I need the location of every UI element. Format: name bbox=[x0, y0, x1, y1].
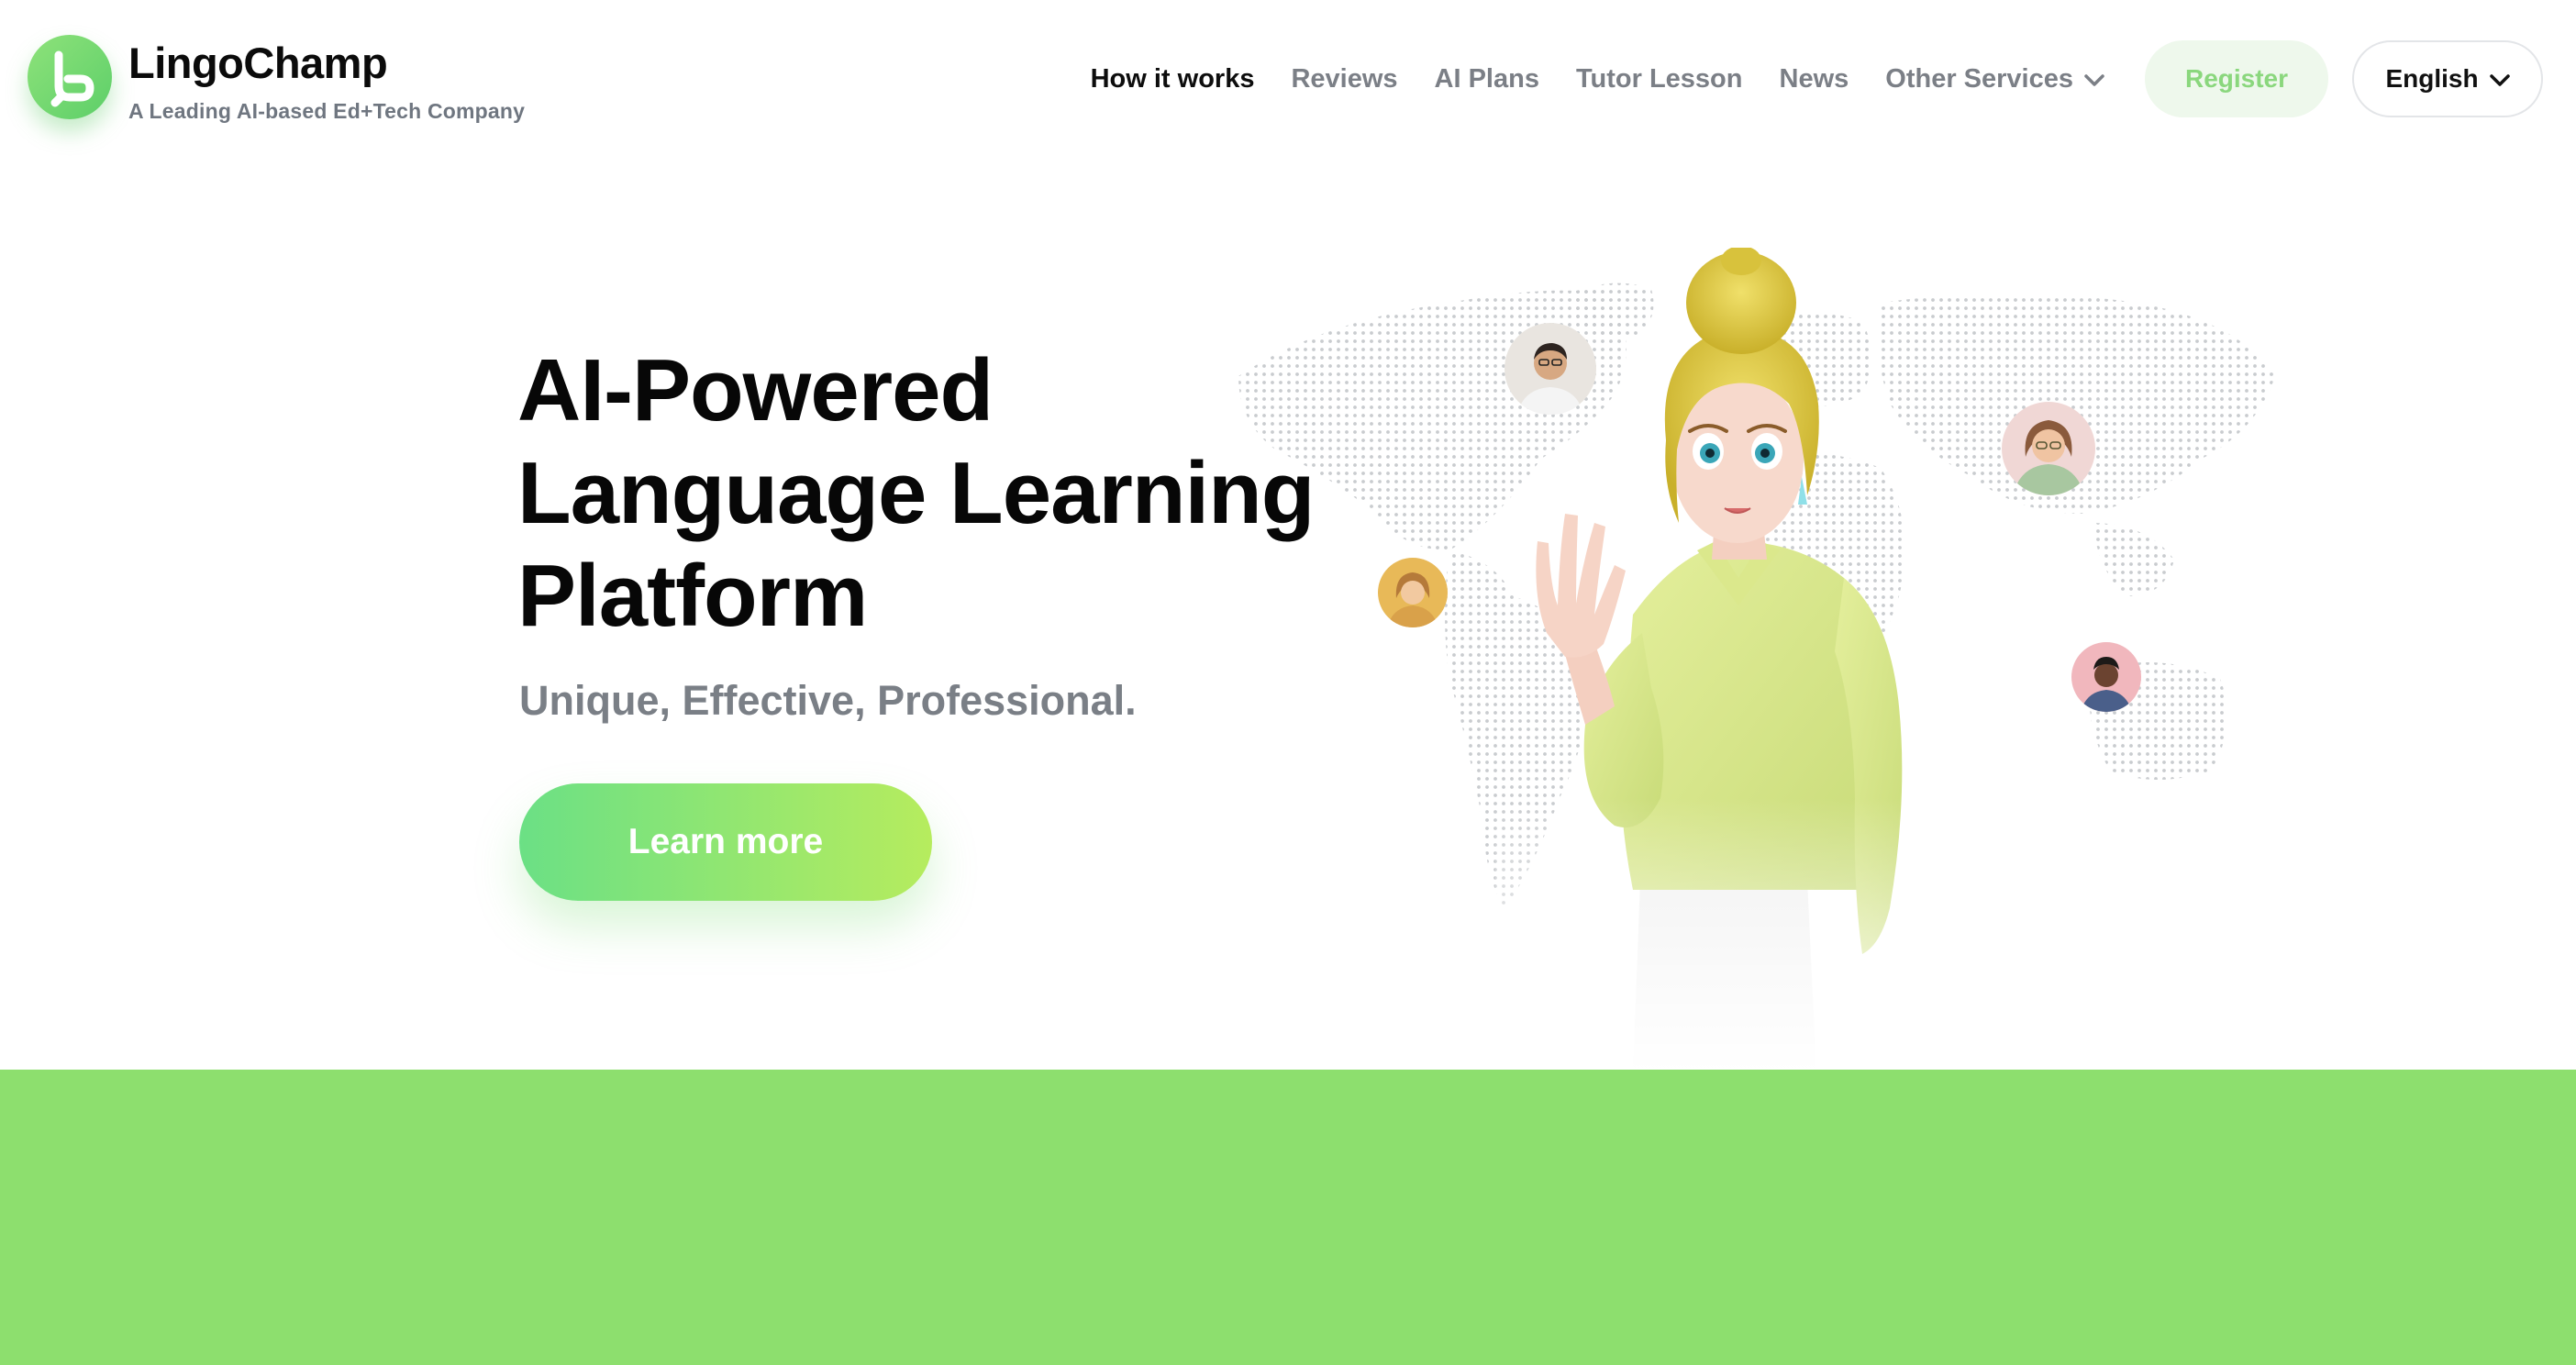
nav-how-it-works[interactable]: How it works bbox=[1091, 64, 1255, 94]
learn-more-button[interactable]: Learn more bbox=[519, 783, 932, 901]
nav-ai-plans[interactable]: AI Plans bbox=[1435, 64, 1539, 94]
brand-logo[interactable]: LingoChamp A Leading AI-based Ed+Tech Co… bbox=[28, 35, 525, 124]
hero-illustration bbox=[1220, 248, 2312, 1073]
language-selector[interactable]: English bbox=[2352, 40, 2543, 117]
nav-news[interactable]: News bbox=[1780, 64, 1849, 94]
lingochamp-logo-icon bbox=[28, 35, 112, 119]
brand-tagline: A Leading AI-based Ed+Tech Company bbox=[128, 99, 526, 123]
hero-title: AI-Powered Language Learning Platform bbox=[517, 339, 1315, 648]
nav-tutor-lesson[interactable]: Tutor Lesson bbox=[1576, 64, 1743, 94]
hero-title-line: Language Learning bbox=[517, 444, 1315, 542]
brand-name: LingoChamp bbox=[128, 39, 388, 87]
nav-reviews[interactable]: Reviews bbox=[1291, 64, 1397, 94]
hero-title-line: Platform bbox=[517, 547, 868, 645]
nav-other-services-label: Other Services bbox=[1885, 63, 2073, 94]
hero-subtitle: Unique, Effective, Professional. bbox=[519, 677, 1137, 724]
chevron-down-icon bbox=[2489, 64, 2510, 94]
hero-title-line: AI-Powered bbox=[517, 341, 994, 439]
register-button[interactable]: Register bbox=[2145, 40, 2328, 117]
learner-avatar bbox=[1378, 558, 1448, 627]
ai-tutor-character bbox=[1495, 248, 2046, 1073]
learner-avatar bbox=[2071, 642, 2141, 712]
language-label: English bbox=[2385, 64, 2479, 93]
main-nav: How it works Reviews AI Plans Tutor Less… bbox=[1054, 40, 2543, 117]
green-section-band bbox=[0, 1070, 2576, 1365]
chevron-down-icon bbox=[2084, 64, 2104, 94]
nav-other-services[interactable]: Other Services bbox=[1885, 64, 2104, 94]
